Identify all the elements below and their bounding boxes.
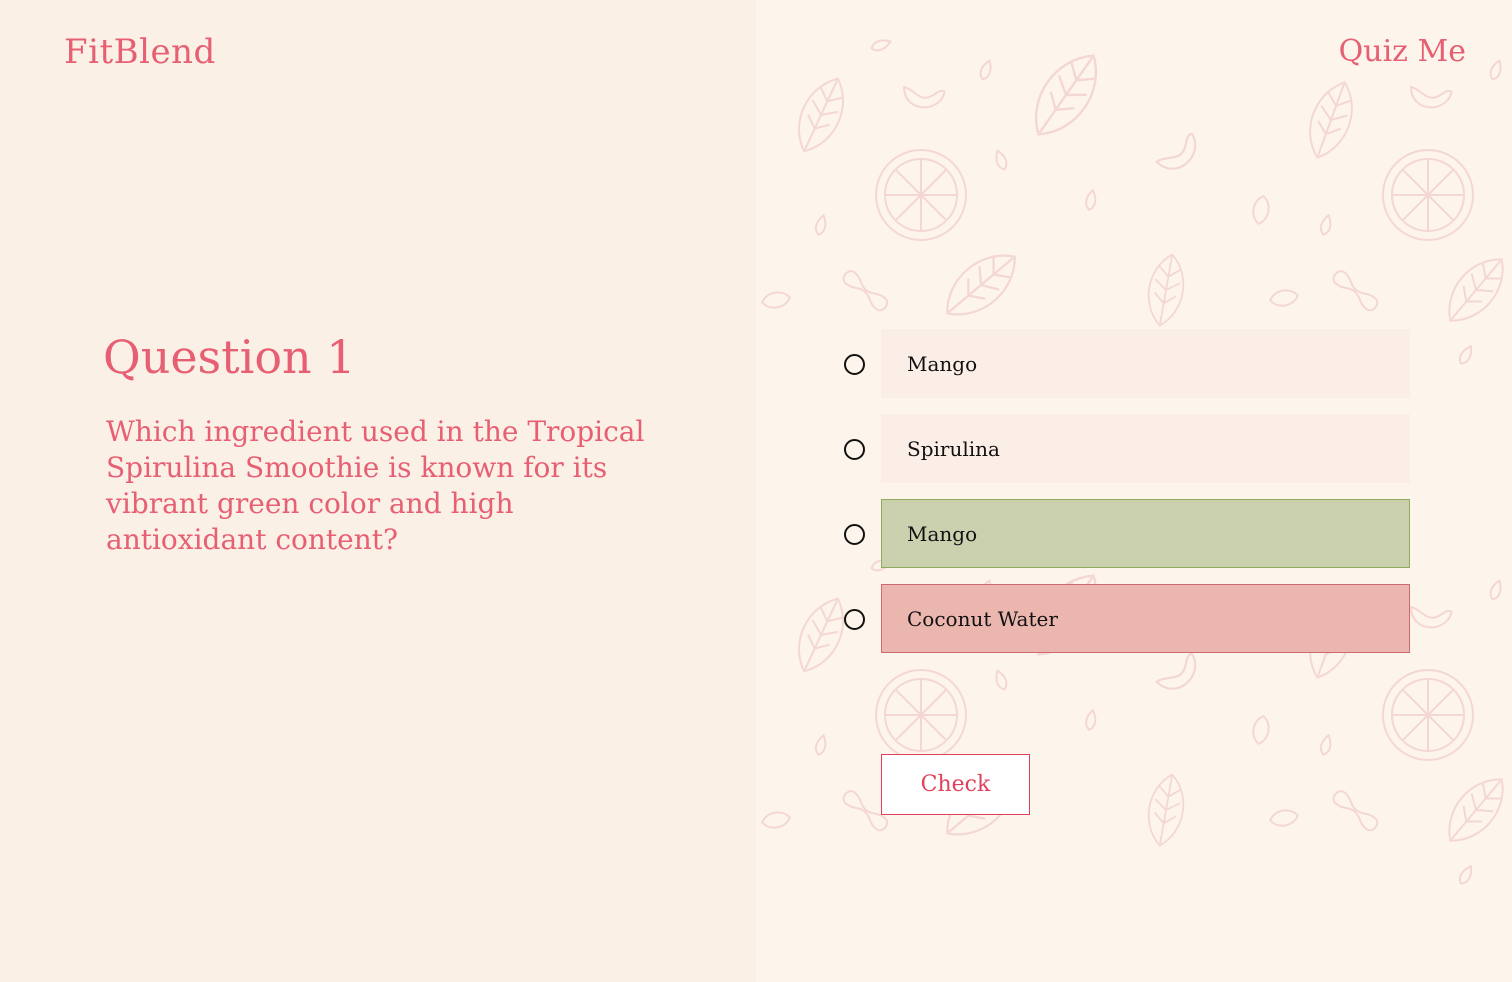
leaf-icon <box>1147 773 1185 847</box>
quiz-me-link[interactable]: Quiz Me <box>1339 34 1466 69</box>
citrus-segment <box>1401 194 1429 222</box>
seed-icon <box>1319 733 1332 756</box>
seed-icon <box>1458 864 1473 885</box>
question-text: Which ingredient used in the Tropical Sp… <box>106 415 645 556</box>
seed-icon <box>1319 213 1332 236</box>
cashew-icon <box>1410 85 1453 109</box>
answer-panel: Quiz Me Mango Spirulina Mango Coconut Wa… <box>756 0 1512 982</box>
peanut-icon <box>1332 790 1379 832</box>
citrus-segment <box>1427 688 1455 716</box>
cashew-icon <box>1154 132 1197 170</box>
option-radio-4[interactable] <box>844 609 865 630</box>
seed-icon <box>1458 344 1473 365</box>
citrus-segment <box>1401 688 1429 716</box>
seed-icon <box>1085 188 1097 212</box>
leaf-outline <box>1448 258 1504 322</box>
leaf-icon <box>946 254 1016 316</box>
option-label-4: Coconut Water <box>907 606 1058 631</box>
citrus-slice-icon <box>875 669 967 761</box>
leaf-icon <box>1147 253 1185 327</box>
check-button[interactable]: Check <box>881 754 1030 815</box>
citrus-segment <box>1427 168 1455 196</box>
citrus-slice-icon <box>875 149 967 241</box>
option-box-2[interactable]: Spirulina <box>881 414 1410 483</box>
leaf-icon <box>1448 258 1504 322</box>
option-box-1[interactable]: Mango <box>881 329 1410 398</box>
almond-icon <box>1252 195 1270 225</box>
citrus-segment <box>894 688 922 716</box>
seed-icon <box>814 733 827 756</box>
leaf-veins <box>1450 780 1502 840</box>
seed-icon <box>1489 59 1502 81</box>
leaf-veins <box>948 257 1014 313</box>
option-row-4[interactable]: Coconut Water <box>844 584 1410 653</box>
option-row-1[interactable]: Mango <box>844 329 1410 398</box>
option-row-3[interactable]: Mango <box>844 499 1410 568</box>
leaf-veins <box>1450 260 1502 320</box>
seed-icon <box>870 39 892 52</box>
seed-icon <box>979 59 992 81</box>
citrus-segment <box>1401 168 1429 196</box>
leaf-outline <box>1448 778 1504 842</box>
seed-icon <box>814 213 827 236</box>
almond-icon <box>1269 809 1299 827</box>
seed-icon <box>1085 708 1097 732</box>
citrus-segment <box>894 168 922 196</box>
seed-icon <box>1489 579 1502 601</box>
citrus-segment <box>920 688 948 716</box>
option-box-3-correct[interactable]: Mango <box>881 499 1410 568</box>
citrus-slice-icon <box>1382 149 1474 241</box>
brand-logo[interactable]: FitBlend <box>64 32 216 72</box>
citrus-segment <box>920 714 948 742</box>
leaf-icon <box>1448 778 1504 842</box>
quiz-page: FitBlend Question 1 Which ingredient use… <box>0 0 1512 982</box>
leaf-icon <box>1309 81 1353 159</box>
option-label-2: Spirulina <box>907 436 1000 461</box>
citrus-segment <box>1401 714 1429 742</box>
citrus-segment <box>1427 714 1455 742</box>
option-row-2[interactable]: Spirulina <box>844 414 1410 483</box>
question-panel: FitBlend Question 1 Which ingredient use… <box>0 0 756 982</box>
citrus-slice-icon <box>1382 669 1474 761</box>
option-label-1: Mango <box>907 351 978 376</box>
seed-icon <box>995 149 1008 171</box>
option-radio-3[interactable] <box>844 524 865 545</box>
option-radio-1[interactable] <box>844 354 865 375</box>
answer-options: Mango Spirulina Mango Coconut Water <box>844 329 1410 669</box>
question-title: Question 1 <box>103 330 356 384</box>
almond-icon <box>761 811 791 829</box>
seed-icon <box>995 669 1008 691</box>
citrus-segment <box>920 168 948 196</box>
leaf-icon <box>1034 54 1098 136</box>
option-label-3: Mango <box>907 521 978 546</box>
almond-icon <box>761 291 791 309</box>
cashew-icon <box>1410 605 1453 629</box>
almond-icon <box>1269 289 1299 307</box>
option-box-4-wrong[interactable]: Coconut Water <box>881 584 1410 653</box>
citrus-segment <box>894 194 922 222</box>
citrus-segment <box>1427 194 1455 222</box>
cashew-icon <box>903 85 946 109</box>
option-radio-2[interactable] <box>844 439 865 460</box>
peanut-icon <box>1332 270 1379 312</box>
peanut-icon <box>842 270 889 312</box>
citrus-segment <box>894 714 922 742</box>
almond-icon <box>1252 715 1270 745</box>
leaf-icon <box>798 77 844 153</box>
citrus-segment <box>920 194 948 222</box>
